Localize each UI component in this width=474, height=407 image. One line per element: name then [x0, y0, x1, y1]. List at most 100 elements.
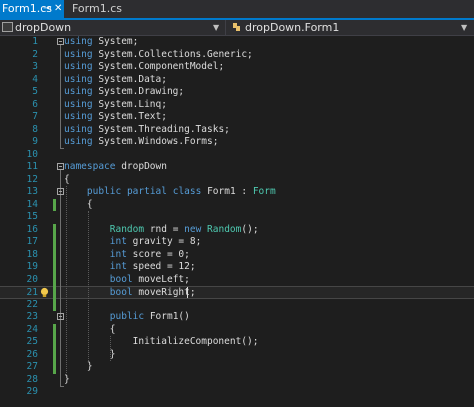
line-number: 12 [26, 173, 38, 185]
code-text[interactable]: Random rnd = new Random(); [64, 224, 259, 237]
lightbulb-icon[interactable] [39, 287, 50, 298]
line-number: 22 [26, 298, 38, 310]
code-text[interactable]: } [64, 349, 116, 362]
code-line[interactable]: 2 using System.Collections.Generic; [0, 49, 474, 62]
code-text[interactable]: public Form1() [64, 311, 190, 324]
line-number: 2 [32, 48, 38, 60]
class-icon [233, 23, 240, 31]
pin-icon[interactable]: ⊸ [43, 0, 53, 18]
code-text[interactable]: { [64, 199, 93, 212]
code-line[interactable]: 10 [0, 149, 474, 162]
line-number: 1 [32, 36, 38, 47]
code-editor[interactable]: 1 using System; 2 using System.Collections.… [0, 36, 474, 407]
code-line[interactable]: 6 using System.Linq; [0, 99, 474, 112]
line-number: 20 [26, 273, 38, 285]
code-line[interactable]: 8 using System.Threading.Tasks; [0, 124, 474, 137]
code-text[interactable]: using System.Drawing; [64, 86, 184, 99]
code-line[interactable]: 26 } [0, 349, 474, 362]
code-text[interactable]: { [64, 324, 116, 337]
code-line[interactable]: 9 using System.Windows.Forms; [0, 136, 474, 149]
line-number: 25 [26, 336, 38, 347]
close-icon[interactable]: ✕ [54, 0, 64, 18]
code-line[interactable]: 29 [0, 386, 474, 399]
line-number: 3 [32, 61, 38, 72]
line-number: 15 [26, 211, 38, 222]
line-number: 24 [26, 323, 38, 335]
code-line[interactable]: 3 using System.ComponentModel; [0, 61, 474, 74]
code-text[interactable]: using System.Collections.Generic; [64, 49, 253, 62]
code-line[interactable]: 19 int speed = 12; [0, 261, 474, 274]
line-number: 6 [32, 98, 38, 110]
code-text[interactable]: using System.Windows.Forms; [64, 136, 218, 149]
code-line[interactable]: 14 { [0, 199, 474, 212]
line-number: 11 [26, 161, 38, 172]
code-line[interactable]: 17 int gravity = 8; [0, 236, 474, 249]
line-number: 8 [32, 123, 38, 135]
member-dropdown-label: dropDown.Form1 [245, 21, 340, 34]
line-number: 26 [26, 348, 38, 360]
code-text[interactable]: using System.Text; [64, 111, 167, 124]
document-tab-bar: Form1.cs ⊸ ✕ Form1.cs [Design] [0, 0, 474, 33]
code-text[interactable]: int score = 0; [64, 249, 190, 262]
code-line[interactable]: 23 public Form1() [0, 311, 474, 324]
code-line[interactable]: 21 bool moveRight; [0, 286, 474, 299]
line-number: 5 [32, 86, 38, 97]
indent-guide [66, 186, 67, 373]
code-line[interactable]: 24 { [0, 324, 474, 337]
code-text[interactable]: using System.Linq; [64, 99, 167, 112]
code-text[interactable]: using System.Threading.Tasks; [64, 124, 230, 137]
code-line[interactable]: 20 bool moveLeft; [0, 274, 474, 287]
code-line[interactable]: 25 InitializeComponent(); [0, 336, 474, 349]
code-text[interactable]: using System.ComponentModel; [64, 61, 224, 74]
code-line[interactable]: 7 using System.Text; [0, 111, 474, 124]
code-line[interactable]: 28} [0, 374, 474, 387]
line-number: 14 [26, 198, 38, 210]
code-text[interactable]: int speed = 12; [64, 261, 196, 274]
code-line[interactable]: 12 { [0, 174, 474, 187]
code-line[interactable]: 5 using System.Drawing; [0, 86, 474, 99]
line-number: 4 [32, 73, 38, 85]
code-text[interactable]: } [64, 374, 70, 387]
code-line[interactable]: 13 public partial class Form1 : Form [0, 186, 474, 199]
change-marker [53, 323, 56, 374]
code-text[interactable]: InitializeComponent(); [64, 336, 259, 349]
collapse-method-toggle[interactable] [57, 313, 64, 320]
line-number: 9 [32, 136, 38, 147]
code-text[interactable]: using System.Data; [64, 74, 167, 87]
code-text[interactable]: int gravity = 8; [64, 236, 202, 249]
code-text[interactable]: } [64, 361, 93, 374]
text-caret [187, 287, 188, 298]
code-text[interactable]: bool moveLeft; [64, 274, 190, 287]
collapse-usings-toggle[interactable] [57, 38, 64, 45]
project-dropdown-label: dropDown [15, 21, 72, 34]
indent-guide [88, 211, 89, 361]
line-number: 28 [26, 373, 38, 385]
code-text[interactable]: { [64, 174, 70, 187]
code-line[interactable]: 22 [0, 299, 474, 312]
outline-line [60, 320, 61, 361]
code-line[interactable]: 11 namespace dropDown [0, 161, 474, 174]
tab-form1-design[interactable]: Form1.cs [Design] [68, 0, 158, 33]
navigation-bar: dropDown ▼ dropDown.Form1 ▼ [0, 20, 474, 36]
code-text[interactable]: namespace dropDown [64, 161, 167, 174]
chevron-down-icon: ▼ [213, 23, 220, 32]
line-number: 7 [32, 111, 38, 122]
indent-guide [110, 336, 111, 361]
code-text[interactable]: public partial class Form1 : Form [64, 186, 276, 199]
code-line[interactable]: 18 int score = 0; [0, 249, 474, 262]
line-number: 27 [26, 361, 38, 372]
code-line[interactable]: 4 using System.Data; [0, 74, 474, 87]
member-dropdown[interactable]: dropDown.Form1 ▼ [228, 20, 474, 35]
line-number: 13 [26, 186, 38, 197]
project-dropdown[interactable]: dropDown ▼ [0, 20, 226, 35]
code-line[interactable]: 16 Random rnd = new Random(); [0, 224, 474, 237]
code-line[interactable]: 27 } [0, 361, 474, 374]
code-text[interactable]: using System; [64, 36, 138, 49]
code-line[interactable]: 1 using System; [0, 36, 474, 49]
change-marker [53, 198, 56, 211]
collapse-namespace-toggle[interactable] [57, 163, 64, 170]
code-line[interactable]: 15 [0, 211, 474, 224]
tab-form1-cs[interactable]: Form1.cs ⊸ ✕ [0, 0, 64, 18]
outline-end [60, 148, 64, 149]
collapse-class-toggle[interactable] [57, 188, 64, 195]
